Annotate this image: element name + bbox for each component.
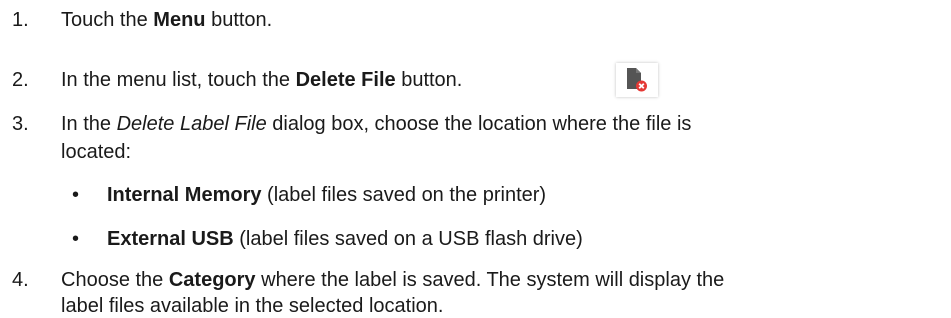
bullet-text-post: (label files saved on the printer) [261,184,547,206]
step-number: 1. [12,9,29,31]
step-text-post: where the label is saved. The system wil… [255,269,725,291]
step-number: 2. [12,69,29,91]
step-3-continuation: located: [61,141,132,163]
step-text-post: button. [395,69,463,91]
step-number: 3. [12,113,29,135]
step-number: 4. [12,269,29,291]
delete-file-icon [627,68,647,92]
bullet-text: External USB (label files saved on a USB… [107,227,583,251]
step-text-post: button. [205,9,273,31]
bullet-text: Internal Memory (label files saved on th… [107,183,546,207]
step-text: In the Delete Label File dialog box, cho… [61,112,691,136]
bullet-bold-term: Internal Memory [107,184,262,206]
step-4-continuation: label files available in the selected lo… [61,295,444,317]
delete-file-button-image [616,63,658,97]
bullet-symbol: • [72,184,80,206]
step-italic-term: Delete Label File [116,113,267,135]
bullet-bold-term: External USB [107,228,234,250]
step-text: Choose the Category where the label is s… [61,268,724,292]
step-bold-term: Category [168,269,256,291]
step-bold-term: Menu [153,9,206,31]
step-text-pre: In the [61,113,117,135]
bullet-text-post: (label files saved on a USB flash drive) [233,228,583,250]
step-text-pre: Touch the [61,9,154,31]
step-text: In the menu list, touch the Delete File … [61,68,462,92]
step-text-post: dialog box, choose the location where th… [266,113,692,135]
step-text-pre: Choose the [61,269,169,291]
step-bold-term: Delete File [295,69,396,91]
bullet-symbol: • [72,228,80,250]
step-text: Touch the Menu button. [61,8,272,32]
step-text-pre: In the menu list, touch the [61,69,296,91]
